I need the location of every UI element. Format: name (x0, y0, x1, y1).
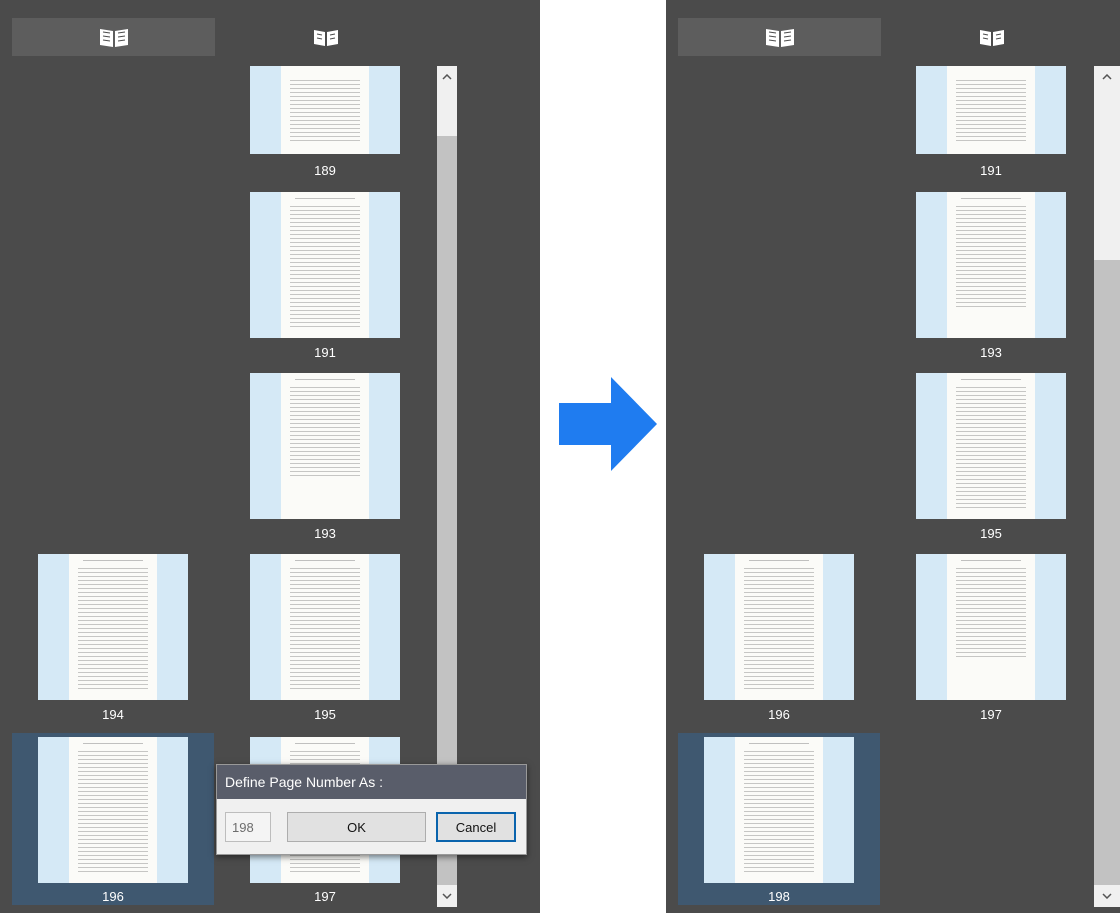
chevron-up-icon (1102, 74, 1112, 80)
left-tab-pages[interactable] (12, 18, 215, 56)
page-thumbnail[interactable] (704, 554, 854, 700)
book-icon (980, 30, 1004, 46)
page-thumbnail[interactable] (916, 66, 1066, 154)
chevron-down-icon (1102, 893, 1112, 899)
ok-button[interactable]: OK (287, 812, 426, 842)
page-number-label: 196 (768, 707, 790, 722)
book-icon (765, 29, 794, 47)
right-thumbnail-panel: 191 193 195 196 197 198 (666, 0, 1120, 913)
page-thumbnail[interactable] (250, 373, 400, 519)
page-number-label: 194 (102, 707, 124, 722)
page-number-label: 195 (314, 707, 336, 722)
scroll-up-button[interactable] (437, 66, 457, 88)
page-thumbnail[interactable] (704, 737, 854, 883)
page-number-input[interactable]: 198 (225, 812, 271, 842)
chevron-down-icon (442, 893, 452, 899)
page-number-label: 198 (768, 889, 790, 904)
book-icon (314, 30, 338, 46)
scroll-up-button[interactable] (1094, 66, 1120, 88)
page-number-label: 191 (314, 345, 336, 360)
page-thumbnail[interactable] (250, 66, 400, 154)
book-icon (99, 29, 128, 47)
page-number-label: 197 (314, 889, 336, 904)
page-number-label: 197 (980, 707, 1002, 722)
page-number-label: 189 (314, 163, 336, 178)
page-number-label: 195 (980, 526, 1002, 541)
right-arrow-icon (559, 377, 657, 471)
page-thumbnail[interactable] (916, 192, 1066, 338)
right-tab-thumbs[interactable] (892, 18, 1092, 56)
chevron-up-icon (442, 74, 452, 80)
scrollbar-thumb[interactable] (1094, 260, 1120, 885)
left-tab-thumbs[interactable] (226, 18, 426, 56)
page-thumbnail[interactable] (38, 554, 188, 700)
scroll-down-button[interactable] (437, 885, 457, 907)
page-number-label: 193 (980, 345, 1002, 360)
page-number-label: 196 (102, 889, 124, 904)
dialog-title: Define Page Number As : (217, 765, 526, 799)
left-thumbnail-panel: 189 191 193 194 195 196 197 Define Page … (0, 0, 540, 913)
page-thumbnail[interactable] (250, 554, 400, 700)
page-number-label: 191 (980, 163, 1002, 178)
page-thumbnail[interactable] (38, 737, 188, 883)
scroll-down-button[interactable] (1094, 885, 1120, 907)
page-number-label: 193 (314, 526, 336, 541)
vertical-scrollbar[interactable] (1094, 66, 1120, 907)
page-thumbnail[interactable] (250, 192, 400, 338)
page-thumbnail[interactable] (916, 554, 1066, 700)
define-page-number-dialog: Define Page Number As : 198 OK Cancel (216, 764, 527, 855)
right-tab-pages[interactable] (678, 18, 881, 56)
page-thumbnail[interactable] (916, 373, 1066, 519)
cancel-button[interactable]: Cancel (436, 812, 516, 842)
